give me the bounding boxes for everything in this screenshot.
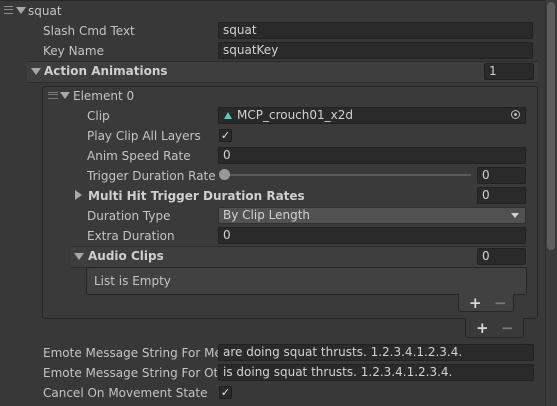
element-drag-handle-line	[48, 94, 58, 95]
duration-type-label: Duration Type	[87, 209, 171, 223]
animation-add-button[interactable]: +	[476, 321, 489, 336]
cancel-movement-checkbox[interactable]: ✓	[219, 386, 232, 399]
anim-speed-label: Anim Speed Rate	[87, 149, 191, 163]
emote-others-input[interactable]: is doing squat thrusts. 1.2.3.4.1.2.3.4.	[218, 364, 534, 381]
slash-cmd-input[interactable]: squat	[218, 22, 533, 39]
play-all-layers-checkbox[interactable]: ✓	[219, 129, 232, 142]
triangle-down-icon[interactable]	[16, 7, 26, 14]
anim-speed-input[interactable]: 0	[218, 147, 526, 164]
drag-handle-icon[interactable]	[4, 6, 13, 14]
drag-handle-line	[4, 9, 13, 10]
object-picker-icon[interactable]	[511, 110, 520, 119]
audio-clips-count[interactable]: 0	[477, 248, 526, 265]
top-divider	[0, 0, 545, 1]
component-title[interactable]: squat	[28, 3, 62, 19]
emote-me-input[interactable]: are doing squat thrusts. 1.2.3.4.1.2.3.4…	[218, 344, 534, 361]
emote-me-label: Emote Message String For Me	[43, 346, 222, 360]
trigger-duration-label: Trigger Duration Rate	[87, 169, 216, 183]
audio-remove-button[interactable]: −	[494, 296, 507, 311]
audio-clips-empty-text: List is Empty	[94, 274, 171, 288]
multi-hit-label[interactable]: Multi Hit Trigger Duration Rates	[88, 188, 305, 204]
scrollbar-thumb[interactable]	[547, 2, 555, 250]
emote-others-label: Emote Message String For Othe	[43, 366, 217, 380]
key-name-label: Key Name	[43, 44, 104, 58]
triangle-right-icon[interactable]	[75, 190, 82, 200]
extra-duration-input[interactable]: 0	[218, 227, 526, 244]
triangle-down-icon[interactable]	[60, 92, 70, 99]
multi-hit-count[interactable]: 0	[477, 187, 526, 204]
triangle-down-icon[interactable]	[31, 68, 41, 75]
duration-type-dropdown[interactable]: By Clip Length	[218, 207, 526, 224]
element-label[interactable]: Element 0	[73, 88, 134, 104]
key-name-input[interactable]: squatKey	[218, 42, 533, 59]
dropdown-arrow-icon	[511, 213, 519, 218]
cancel-movement-label: Cancel On Movement State	[43, 386, 208, 400]
animation-remove-button[interactable]: −	[501, 321, 514, 336]
clip-object-field[interactable]: MCP_crouch01_x2d	[218, 107, 526, 124]
extra-duration-label: Extra Duration	[87, 229, 175, 243]
audio-clips-label: Audio Clips	[88, 249, 164, 263]
triangle-down-icon[interactable]	[74, 253, 84, 260]
clip-label: Clip	[87, 109, 110, 123]
animation-clip-icon	[224, 112, 232, 119]
slash-cmd-label: Slash Cmd Text	[43, 24, 135, 38]
action-animations-footer	[465, 318, 524, 338]
audio-add-button[interactable]: +	[469, 296, 482, 311]
action-animations-label: Action Animations	[44, 64, 168, 78]
play-all-layers-label: Play Clip All Layers	[87, 129, 201, 143]
trigger-duration-slider-track[interactable]	[224, 174, 471, 176]
trigger-duration-slider-handle[interactable]	[219, 169, 230, 180]
action-animations-count[interactable]: 1	[484, 63, 534, 80]
clip-value: MCP_crouch01_x2d	[237, 108, 354, 122]
trigger-duration-input[interactable]: 0	[477, 167, 526, 184]
